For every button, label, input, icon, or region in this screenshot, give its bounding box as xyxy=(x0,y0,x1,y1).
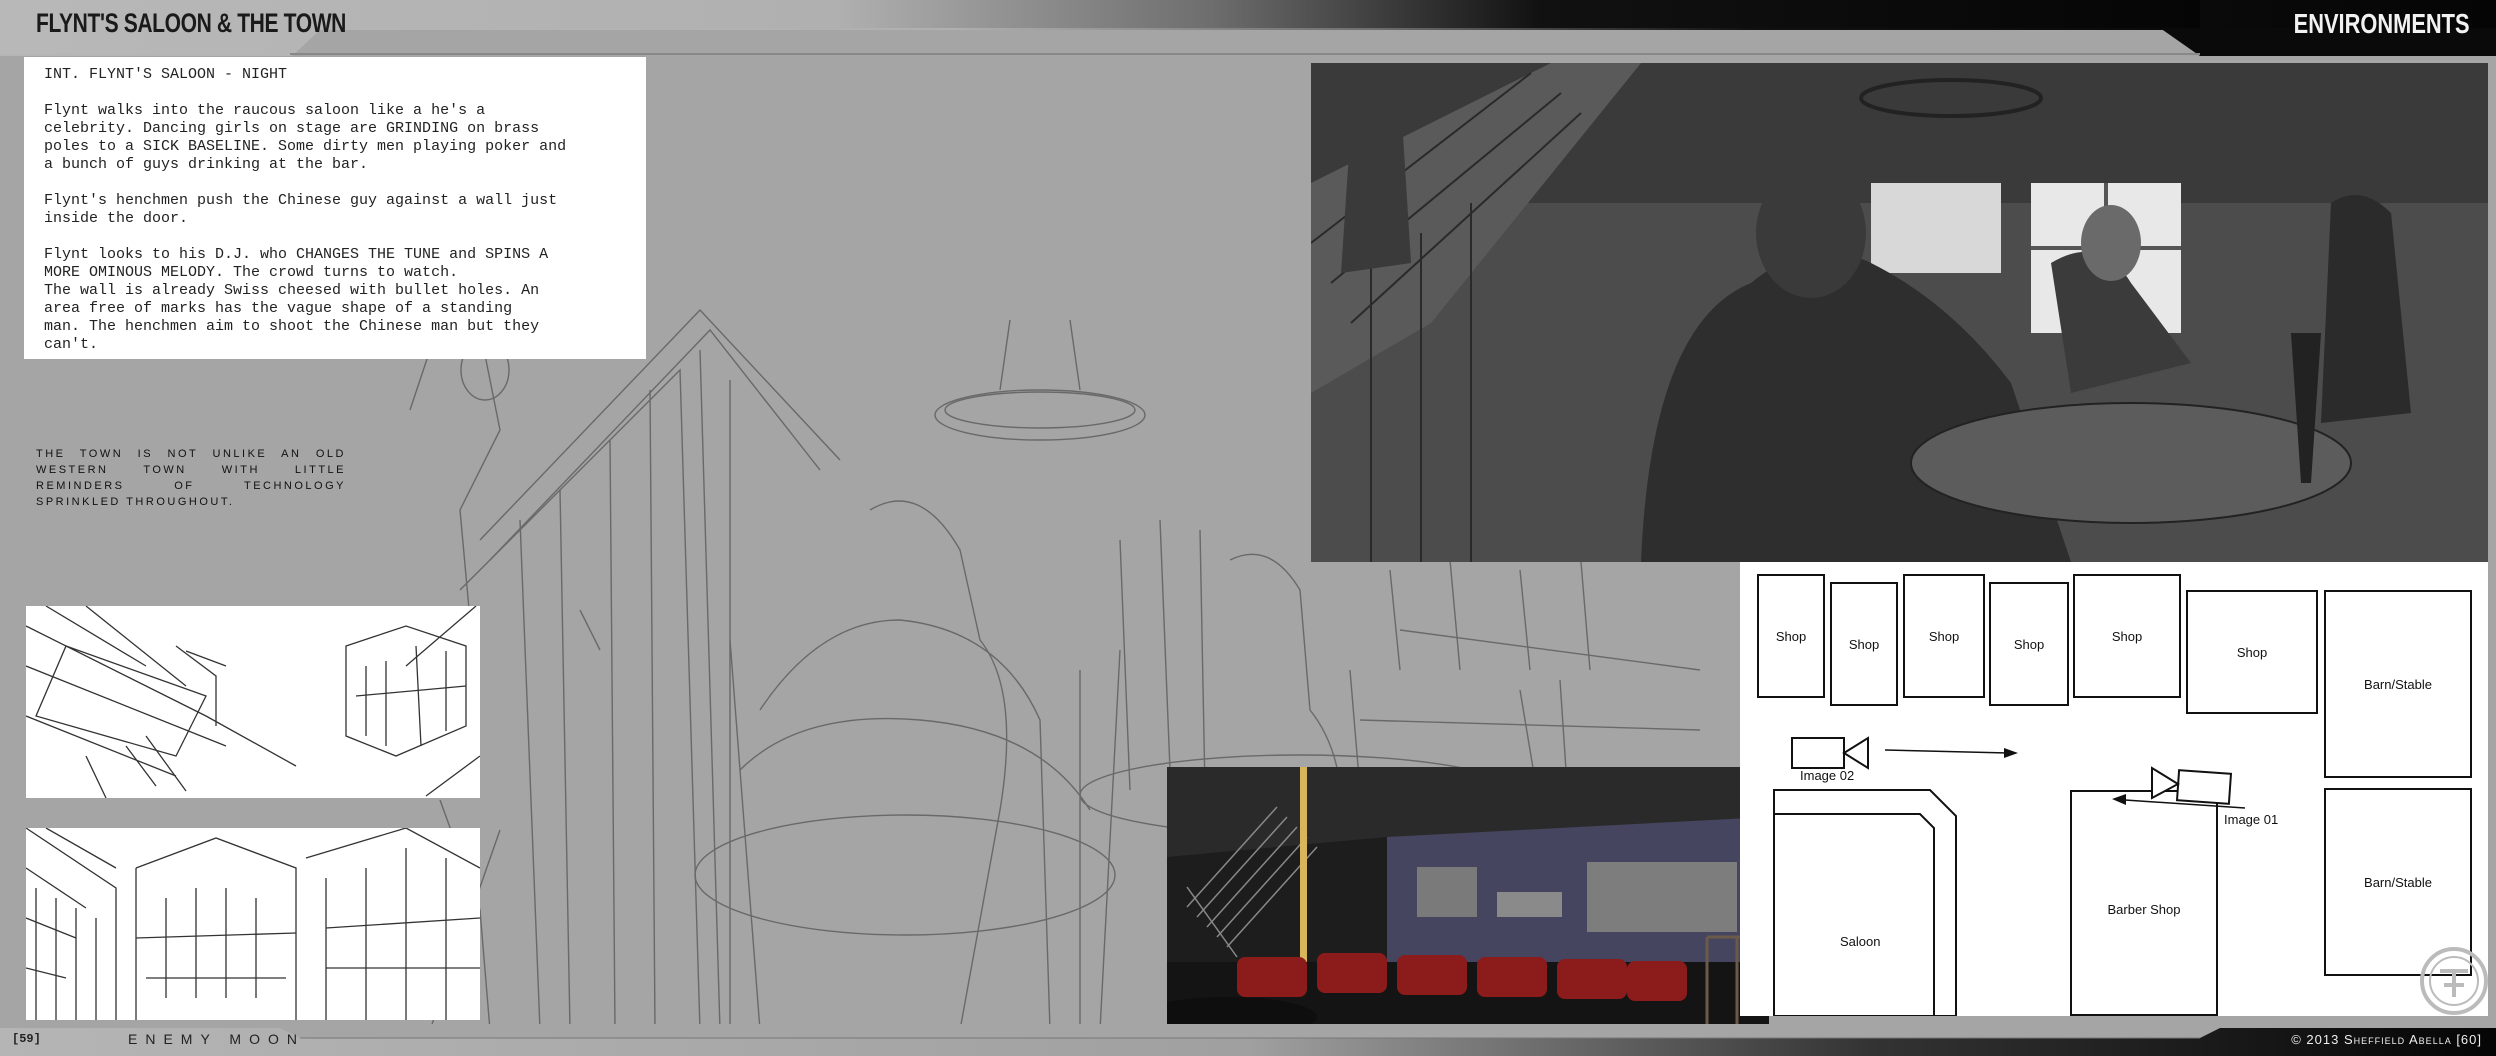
script-paragraph: Flynt looks to his D.J. who CHANGES THE … xyxy=(44,246,549,353)
section-title: ENVIRONMENTS xyxy=(2294,8,2470,39)
script-heading: INT. FLYNT'S SALOON - NIGHT xyxy=(44,66,288,83)
page-title: FLYNT'S SALOON & THE TOWN xyxy=(36,8,347,38)
copyright-text: © 2013 Sheffield Abella [60] xyxy=(2291,1032,2482,1047)
saloon-concept-render xyxy=(1311,63,2488,562)
thumbnail-sketch-buildings xyxy=(26,828,480,1020)
map-image02-label: Image 02 xyxy=(1800,768,1855,783)
header-bar xyxy=(0,0,2496,56)
script-excerpt: INT. FLYNT'S SALOON - NIGHT Flynt walks … xyxy=(24,57,646,359)
map-image01-label: Image 01 xyxy=(2224,812,2279,827)
artist-seal-icon xyxy=(2420,947,2488,1015)
saloon-3d-blockout-render xyxy=(1167,767,1769,1024)
page-number-left: [59] xyxy=(12,1032,41,1046)
town-description: The town is not unlike an old western to… xyxy=(36,448,346,508)
script-paragraph: Flynt's henchmen push the Chinese guy ag… xyxy=(44,192,558,227)
town-layout-map: Shop Shop Shop Shop Shop Shop Barn/Stabl… xyxy=(1740,562,2488,1016)
script-paragraph: Flynt walks into the raucous saloon like… xyxy=(44,102,567,173)
map-saloon-label: Saloon xyxy=(1840,934,1881,949)
brand-logo-text: ENEMY MOON xyxy=(128,1031,305,1047)
footer-bar xyxy=(0,1024,2496,1056)
thumbnail-sketch-street xyxy=(26,606,480,798)
